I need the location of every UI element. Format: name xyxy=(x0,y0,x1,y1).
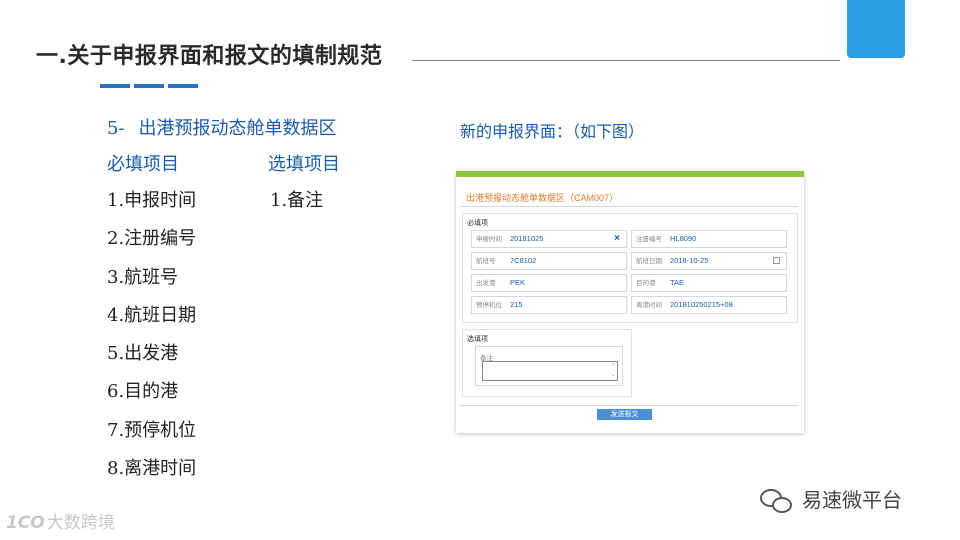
declaration-form-screenshot: 出港预报动态舱单数据区（CAM007） 必填项 申报时间 20181025 × 注… xyxy=(456,171,804,433)
required-item: 6.目的港 xyxy=(107,381,179,403)
optional-group-label: 选填项 xyxy=(467,336,488,343)
field-value: 215 xyxy=(510,300,523,309)
watermark-right: 易速微平台 xyxy=(760,484,902,515)
field-departure-time[interactable]: 离港时间 201810250215+08 xyxy=(631,296,787,314)
required-item: 3.航班号 xyxy=(107,266,179,288)
field-value: 7C8102 xyxy=(510,256,537,265)
field-label: 目的港 xyxy=(636,280,656,287)
optional-item: 1.备注 xyxy=(270,190,324,211)
calendar-icon[interactable] xyxy=(773,257,780,264)
field-value: 2018-10-25 xyxy=(670,256,709,265)
clear-icon[interactable]: × xyxy=(614,231,620,247)
optional-list: 1.备注 xyxy=(270,188,323,226)
field-departure-port[interactable]: 出发港 PEK xyxy=(471,274,627,292)
watermark-left: 1CO 大数跨境 xyxy=(6,508,115,533)
required-item: 7.预停机位 xyxy=(107,419,197,441)
watermark-left-text: 大数跨境 xyxy=(46,513,115,533)
field-value: PEK xyxy=(510,278,526,287)
field-label: 预停机位 xyxy=(476,302,502,309)
send-message-button[interactable]: 发送报文 xyxy=(597,409,652,420)
field-destination-port[interactable]: 目的港 TAE xyxy=(631,274,787,292)
required-item: 5.出发港 xyxy=(107,343,179,365)
corner-tab xyxy=(847,0,905,58)
watermark-right-text: 易速微平台 xyxy=(802,488,902,512)
scroll-arrows-icon[interactable]: ⌃ ⌄ xyxy=(611,363,616,379)
required-header: 必填项目 xyxy=(107,154,179,175)
wechat-icon xyxy=(760,488,794,515)
field-registration-no[interactable]: 注册编号 HL8090 xyxy=(631,230,787,248)
remark-field: 备注 ⌃ ⌄ xyxy=(475,346,623,386)
new-interface-label: 新的申报界面：（如下图） xyxy=(460,122,645,141)
field-value: 20181025 xyxy=(510,234,544,243)
field-flight-no[interactable]: 航班号 7C8102 xyxy=(471,252,627,270)
required-list: 1.申报时间 2.注册编号 3.航班号 4.航班日期 5.出发港 6.目的港 7… xyxy=(107,188,196,494)
title-rule xyxy=(412,60,840,61)
form-divider xyxy=(460,405,798,406)
field-value: HL8090 xyxy=(670,234,697,243)
field-parking-stand[interactable]: 预停机位 215 xyxy=(471,296,627,314)
field-label: 离港时间 xyxy=(636,302,662,309)
title-underline-bars xyxy=(100,73,202,92)
field-value: 201810250215+08 xyxy=(670,300,733,309)
field-label: 注册编号 xyxy=(636,236,662,243)
field-declare-time[interactable]: 申报时间 20181025 × xyxy=(471,230,627,248)
field-label: 航班号 xyxy=(476,258,496,265)
required-item: 8.离港时间 xyxy=(107,458,197,480)
brand-logo: 1CO xyxy=(6,513,45,533)
required-item: 4.航班日期 xyxy=(107,304,197,326)
slide-title: 一.关于申报界面和报文的填制规范 xyxy=(36,44,383,69)
section-heading: 5- 出港预报动态舱单数据区 xyxy=(107,114,337,140)
form-title: 出港预报动态舱单数据区（CAM007） xyxy=(460,189,798,207)
remark-textarea[interactable]: ⌃ ⌄ xyxy=(482,361,618,381)
slide: 一.关于申报界面和报文的填制规范 5- 出港预报动态舱单数据区 必填项目 选填项目… xyxy=(0,0,960,540)
required-item: 2.注册编号 xyxy=(107,228,197,250)
optional-header: 选填项目 xyxy=(268,154,340,175)
field-flight-date[interactable]: 航班日期 2018-10-25 xyxy=(631,252,787,270)
field-label: 申报时间 xyxy=(476,236,502,243)
field-label: 出发港 xyxy=(476,280,496,287)
required-item: 1.申报时间 xyxy=(107,190,197,211)
field-label: 航班日期 xyxy=(636,258,662,265)
field-value: TAE xyxy=(670,278,685,287)
optional-group: 选填项 备注 ⌃ ⌄ xyxy=(462,329,632,397)
required-group: 必填项 申报时间 20181025 × 注册编号 HL8090 航班号 7C8102 … xyxy=(462,213,798,323)
required-group-label: 必填项 xyxy=(467,220,488,227)
section-name: 出港预报动态舱单数据区 xyxy=(138,118,337,139)
section-number: 5- xyxy=(107,118,125,139)
